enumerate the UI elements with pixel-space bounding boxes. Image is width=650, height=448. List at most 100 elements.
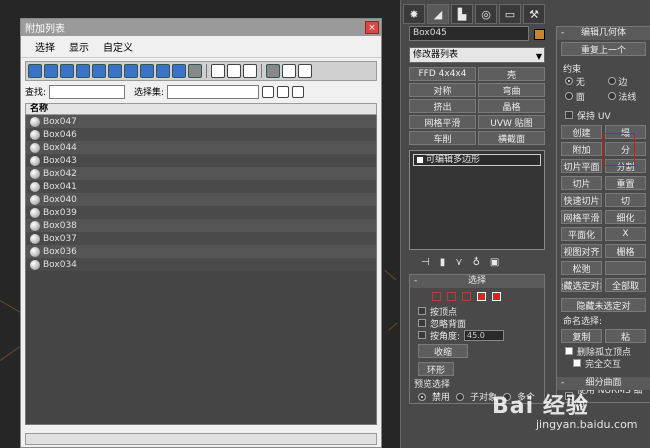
element-level-icon[interactable] — [492, 292, 501, 301]
list-item[interactable]: Box039 — [26, 206, 376, 219]
filter-funnel-icon[interactable] — [266, 64, 280, 78]
menu-customize[interactable]: 自定义 — [103, 39, 133, 54]
object-name-field[interactable]: Box045 — [409, 26, 529, 41]
dialog-titlebar[interactable]: 附加列表 × — [21, 19, 381, 36]
edge-radio[interactable]: 边 — [607, 75, 650, 88]
relax-button[interactable]: 松弛 — [561, 261, 602, 275]
stack-item[interactable]: 可编辑多边形 — [413, 154, 541, 166]
ignore-backfacing-checkbox[interactable]: 忽略背面 — [410, 317, 544, 330]
list-item[interactable]: Box041 — [26, 180, 376, 193]
normal-radio[interactable]: 法线 — [607, 90, 650, 103]
create-tab-icon[interactable]: ✸ — [403, 4, 425, 24]
paste-button[interactable]: 粘 — [605, 329, 646, 343]
reset-plane-button[interactable]: 重置 — [605, 176, 646, 190]
x-button[interactable]: X — [605, 227, 646, 241]
list-item[interactable]: Box044 — [26, 141, 376, 154]
menu-display[interactable]: 显示 — [69, 39, 89, 54]
list-item[interactable]: Box047 — [26, 115, 376, 128]
list-item[interactable]: Box034 — [26, 258, 376, 271]
dependents-icon[interactable] — [298, 64, 312, 78]
motion-tab-icon[interactable]: ◎ — [475, 4, 497, 24]
hierarchy-tab-icon[interactable]: ▙ — [451, 4, 473, 24]
light-filter-icon[interactable] — [60, 64, 74, 78]
subobject-radio[interactable] — [456, 392, 465, 401]
menu-select[interactable]: 选择 — [35, 39, 55, 54]
create-button[interactable]: 创建 — [561, 125, 602, 139]
hide-selected-button[interactable]: 隐藏选定对象 — [561, 278, 602, 292]
pin-stack-icon[interactable]: ⊣ — [421, 257, 430, 268]
modify-tab-icon[interactable]: ◢ — [427, 4, 449, 24]
horizontal-scrollbar[interactable] — [25, 433, 377, 445]
disable-radio[interactable] — [418, 392, 426, 401]
modifier-list-dropdown[interactable]: 修改器列表 ▼ — [409, 47, 545, 63]
modifier-button[interactable]: FFD 4x4x4 — [409, 67, 476, 81]
hide-unselected-button[interactable]: 隐藏未选定对 — [561, 298, 646, 312]
remove-modifier-icon[interactable]: ♁ — [473, 257, 480, 268]
bone-filter-icon[interactable] — [156, 64, 170, 78]
selset-remove-icon[interactable] — [292, 85, 305, 98]
meshsmooth-button[interactable]: 网格平滑 — [561, 210, 602, 224]
list-item[interactable]: Box043 — [26, 154, 376, 167]
quickslice-button[interactable]: 快速切片 — [561, 193, 602, 207]
list-item[interactable]: Box042 — [26, 167, 376, 180]
repeat-last-button[interactable]: 重复上一个 — [561, 42, 646, 56]
close-icon[interactable]: × — [365, 21, 379, 34]
edge-level-icon[interactable] — [447, 292, 456, 301]
spacewarp-filter-icon[interactable] — [108, 64, 122, 78]
utilities-tab-icon[interactable]: ⚒ — [523, 4, 545, 24]
planar-button[interactable]: 平面化 — [561, 227, 602, 241]
list-item[interactable]: Box038 — [26, 219, 376, 232]
face-radio[interactable]: 面 — [565, 90, 608, 103]
select-invert-icon[interactable] — [243, 64, 257, 78]
list-header[interactable]: 名称 — [25, 103, 377, 115]
by-angle-checkbox[interactable]: 按角度: 45.0 — [410, 329, 544, 342]
selset-dropdown[interactable] — [167, 84, 260, 99]
modifier-button[interactable]: 挤出 — [409, 99, 476, 113]
relax-settings-icon[interactable] — [605, 261, 646, 275]
cut-button[interactable]: 切 — [605, 193, 646, 207]
attach-button[interactable]: 附加 — [561, 142, 602, 156]
object-color-swatch[interactable] — [534, 29, 545, 40]
modifier-button[interactable]: 弯曲 — [478, 83, 545, 97]
modifier-button[interactable]: 横截面 — [478, 131, 545, 145]
show-end-result-icon[interactable]: ▮ — [440, 257, 446, 268]
shape-filter-icon[interactable] — [44, 64, 58, 78]
list-item[interactable]: Box046 — [26, 128, 376, 141]
slice-button[interactable]: 切片 — [561, 176, 602, 190]
preserve-uv-checkbox[interactable]: 保持 UV — [557, 109, 650, 122]
delete-isolated-checkbox[interactable]: 删除孤立顶点 — [557, 345, 650, 358]
modifier-button[interactable]: 晶格 — [478, 99, 545, 113]
modifier-button[interactable]: UVW 贴图 — [478, 115, 545, 129]
modifier-button[interactable]: 对称 — [409, 83, 476, 97]
selset-edit-icon[interactable] — [262, 85, 275, 98]
list-item[interactable]: Box040 — [26, 193, 376, 206]
grid-align-button[interactable]: 栅格 — [605, 244, 646, 258]
hierarchy-icon[interactable] — [282, 64, 296, 78]
none-radio[interactable]: 无 — [565, 75, 608, 88]
select-all-icon[interactable] — [211, 64, 225, 78]
geometry-filter-icon[interactable] — [28, 64, 42, 78]
by-vertex-checkbox[interactable]: 按顶点 — [410, 305, 544, 318]
selset-add-icon[interactable] — [277, 85, 290, 98]
find-input[interactable] — [49, 84, 126, 99]
modifier-button[interactable]: 网格平滑 — [409, 115, 476, 129]
list-item[interactable]: Box037 — [26, 232, 376, 245]
edit-geometry-header[interactable]: - 编辑几何体 — [557, 27, 650, 40]
shrink-button[interactable]: 收缩 — [418, 344, 468, 358]
selection-rollout-header[interactable]: - 选择 — [410, 275, 544, 288]
modifier-button[interactable]: 车削 — [409, 131, 476, 145]
border-level-icon[interactable] — [462, 292, 471, 301]
ring-button[interactable]: 环形 — [418, 362, 454, 376]
copy-button[interactable]: 复制 — [561, 329, 602, 343]
slice-plane-button[interactable]: 切片平面 — [561, 159, 602, 173]
angle-spinner[interactable]: 45.0 — [464, 329, 505, 341]
expand-icon[interactable] — [416, 156, 424, 164]
tessellate-button[interactable]: 细化 — [605, 210, 646, 224]
modifier-button[interactable]: 壳 — [478, 67, 545, 81]
make-unique-icon[interactable]: ⋎ — [455, 257, 462, 268]
xref-filter-icon[interactable] — [140, 64, 154, 78]
group-filter-icon[interactable] — [124, 64, 138, 78]
configure-modifier-sets-icon[interactable]: ▣ — [490, 257, 499, 268]
list-item[interactable]: Box036 — [26, 245, 376, 258]
frozen-filter-icon[interactable] — [188, 64, 202, 78]
